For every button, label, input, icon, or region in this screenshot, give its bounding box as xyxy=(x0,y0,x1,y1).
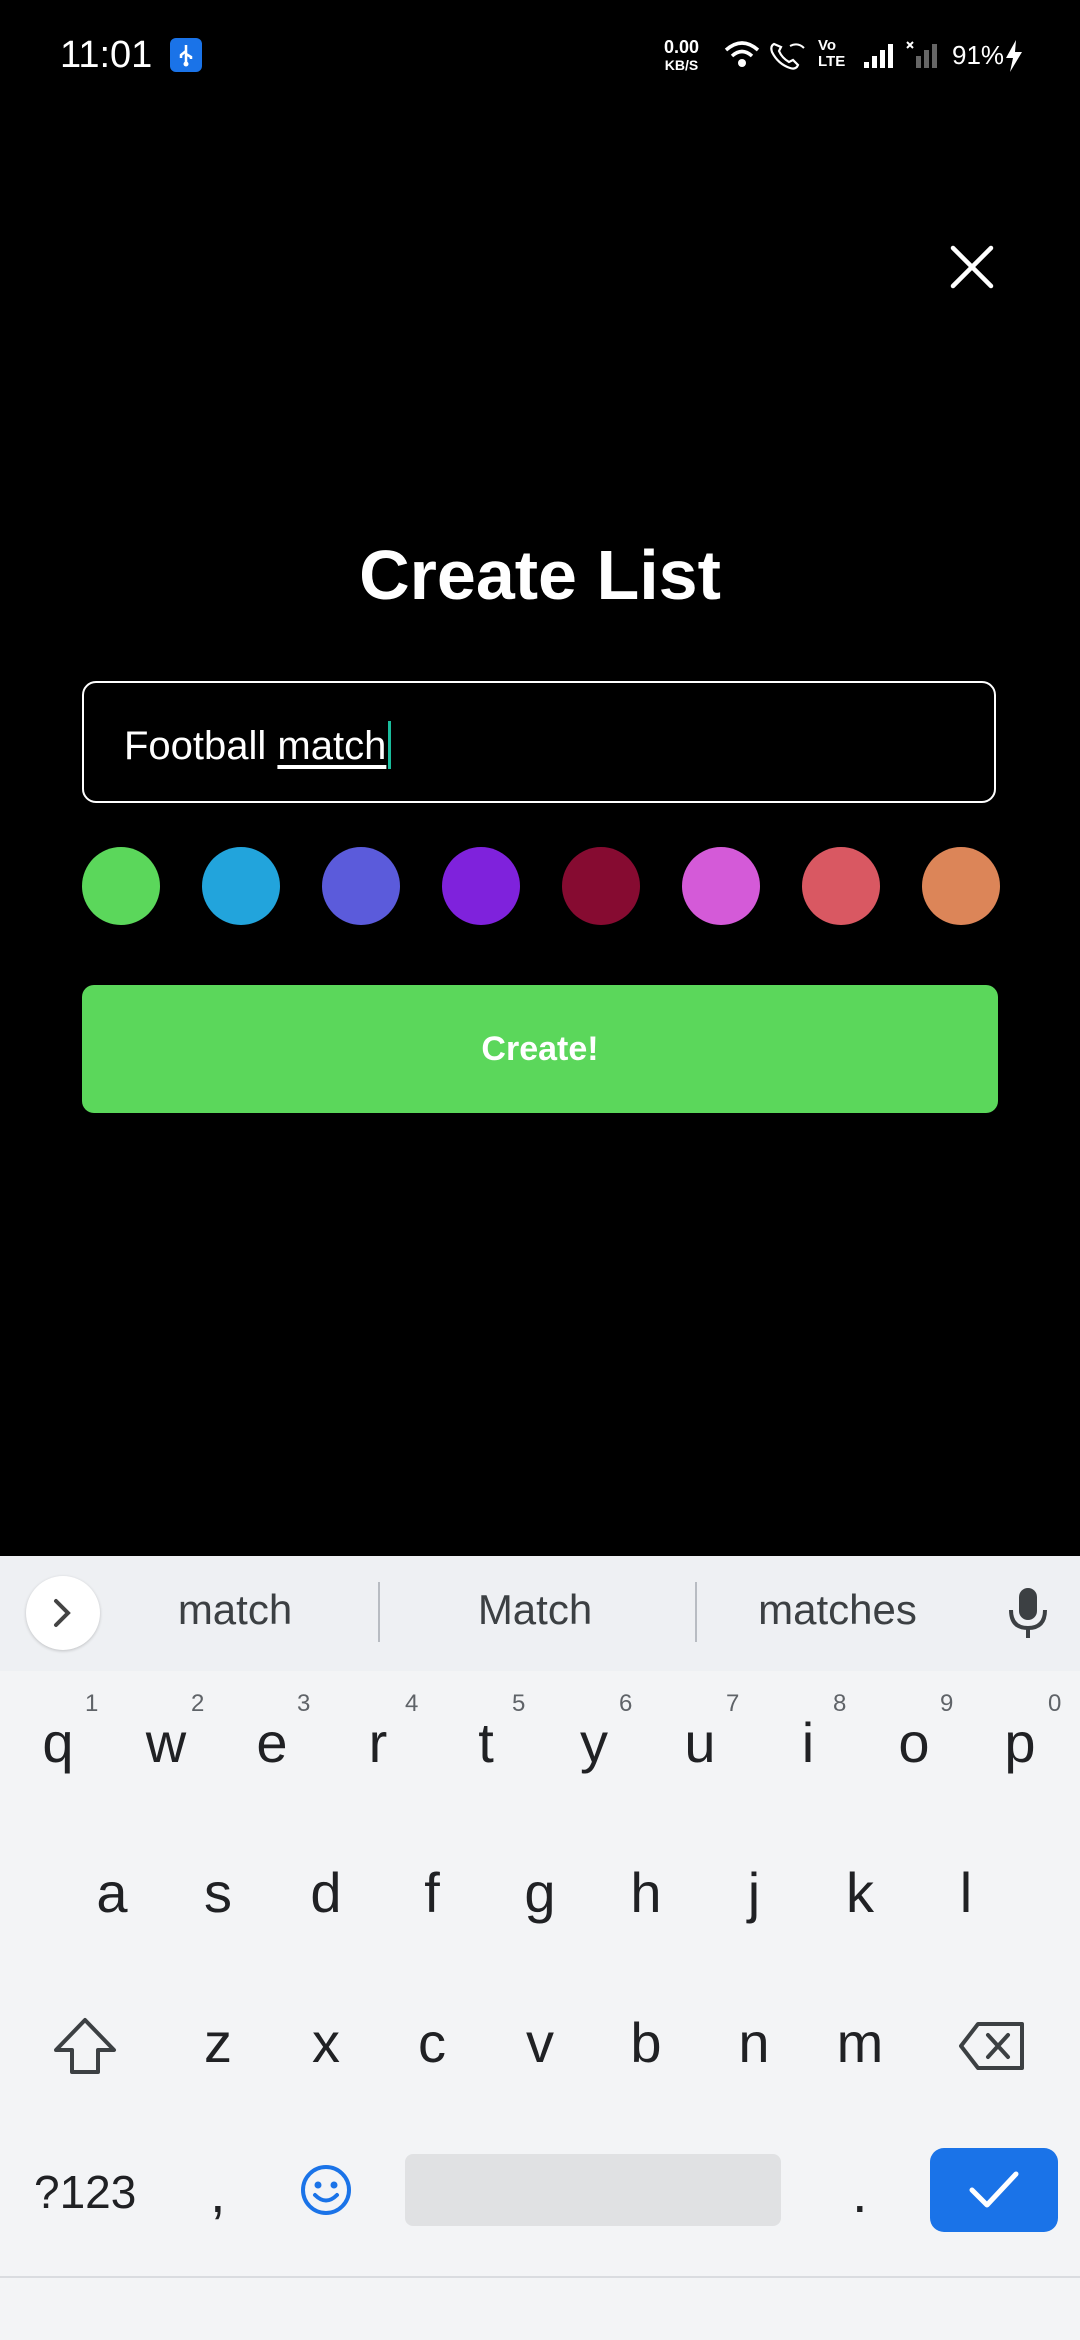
no-signal-icon xyxy=(906,41,937,68)
key-p[interactable]: p xyxy=(980,1710,1060,1775)
color-swatch[interactable] xyxy=(802,847,880,925)
text-cursor xyxy=(388,721,392,769)
battery-level: 91% xyxy=(952,40,1005,70)
key-a[interactable]: a xyxy=(72,1860,152,1925)
microphone-icon[interactable] xyxy=(1006,1586,1050,1642)
color-swatch[interactable] xyxy=(202,847,280,925)
key-y[interactable]: y xyxy=(554,1710,634,1775)
wifi-icon xyxy=(724,41,760,67)
enter-button[interactable] xyxy=(930,2148,1058,2232)
key-hint-0: 0 xyxy=(1048,1690,1062,1717)
key-hint-8: 8 xyxy=(833,1690,847,1717)
key-e[interactable]: e xyxy=(232,1710,312,1775)
status-time: 11:01 xyxy=(60,34,153,76)
symbols-key[interactable]: ?123 xyxy=(34,2165,136,2219)
key-o[interactable]: o xyxy=(874,1710,954,1775)
network-speed: 0.00 KB/S xyxy=(664,38,699,74)
key-z[interactable]: z xyxy=(178,2010,258,2075)
key-u[interactable]: u xyxy=(660,1710,740,1775)
emoji-icon[interactable] xyxy=(300,2164,352,2216)
key-r[interactable]: r xyxy=(338,1710,418,1775)
key-k[interactable]: k xyxy=(820,1860,900,1925)
list-name-text: Football xyxy=(124,724,278,768)
color-swatch[interactable] xyxy=(82,847,160,925)
network-speed-unit: KB/S xyxy=(664,57,699,73)
usb-icon xyxy=(170,38,202,72)
checkmark-icon xyxy=(969,2171,1019,2208)
key-h[interactable]: h xyxy=(606,1860,686,1925)
key-hint-2: 2 xyxy=(191,1690,205,1717)
key-hint-1: 1 xyxy=(85,1690,99,1717)
network-speed-value: 0.00 xyxy=(664,37,700,57)
shift-icon[interactable] xyxy=(52,2016,118,2076)
signal-strength-icon xyxy=(864,44,893,68)
suggestion-3[interactable]: matches xyxy=(730,1586,945,1634)
suggestion-2[interactable]: Match xyxy=(430,1586,640,1634)
list-name-value: Football match xyxy=(124,721,392,769)
suggestion-bar: match Match matches xyxy=(0,1556,1080,1671)
key-f[interactable]: f xyxy=(392,1860,472,1925)
key-w[interactable]: w xyxy=(126,1710,206,1775)
color-swatch[interactable] xyxy=(682,847,760,925)
key-j[interactable]: j xyxy=(714,1860,794,1925)
key-s[interactable]: s xyxy=(178,1860,258,1925)
chevron-right-icon xyxy=(54,1599,71,1627)
key-v[interactable]: v xyxy=(500,2010,580,2075)
suggestion-divider xyxy=(378,1582,380,1642)
list-name-input[interactable]: Football match xyxy=(82,681,996,803)
key-x[interactable]: x xyxy=(286,2010,366,2075)
key-hint-6: 6 xyxy=(619,1690,633,1717)
close-icon[interactable] xyxy=(945,240,999,294)
key-hint-9: 9 xyxy=(940,1690,954,1717)
key-t[interactable]: t xyxy=(446,1710,526,1775)
key-hint-3: 3 xyxy=(297,1690,311,1717)
key-b[interactable]: b xyxy=(606,2010,686,2075)
key-i[interactable]: i xyxy=(768,1710,848,1775)
key-c[interactable]: c xyxy=(392,2010,472,2075)
charging-icon xyxy=(1006,40,1022,72)
key-l[interactable]: l xyxy=(926,1860,1006,1925)
keyboard-expand-button[interactable] xyxy=(26,1576,100,1650)
status-bar: 11:01 0.00 KB/S Vo LTE 91% xyxy=(0,0,1080,112)
keyboard-bottom-divider xyxy=(0,2276,1080,2278)
wifi-calling-icon xyxy=(770,42,805,70)
key-hint-5: 5 xyxy=(512,1690,526,1717)
volte-indicator: Vo LTE xyxy=(818,37,846,70)
key-d[interactable]: d xyxy=(286,1860,366,1925)
space-bar[interactable] xyxy=(405,2154,781,2226)
comma-key[interactable]: , xyxy=(210,2160,226,2225)
backspace-icon[interactable] xyxy=(958,2020,1026,2072)
color-picker xyxy=(82,847,1000,925)
dialog-title: Create List xyxy=(359,536,721,614)
suggestion-1[interactable]: match xyxy=(130,1586,340,1634)
key-q[interactable]: q xyxy=(18,1710,98,1775)
color-swatch[interactable] xyxy=(562,847,640,925)
create-button[interactable]: Create! xyxy=(82,985,998,1113)
period-key[interactable]: . xyxy=(852,2160,868,2225)
key-g[interactable]: g xyxy=(500,1860,580,1925)
key-n[interactable]: n xyxy=(714,2010,794,2075)
color-swatch[interactable] xyxy=(922,847,1000,925)
key-hint-4: 4 xyxy=(405,1690,419,1717)
key-hint-7: 7 xyxy=(726,1690,740,1717)
color-swatch[interactable] xyxy=(322,847,400,925)
key-m[interactable]: m xyxy=(820,2010,900,2075)
color-swatch[interactable] xyxy=(442,847,520,925)
list-name-composing-text: match xyxy=(277,724,387,768)
suggestion-divider xyxy=(695,1582,697,1642)
